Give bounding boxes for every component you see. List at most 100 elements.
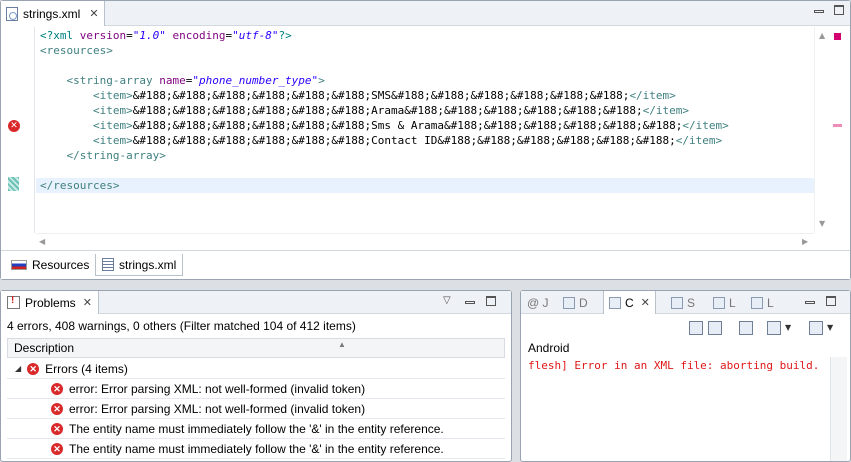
search-icon	[671, 296, 683, 309]
console-scrollbar[interactable]	[830, 357, 847, 461]
tab-label: C	[625, 295, 634, 310]
code-token: </item>	[675, 134, 723, 147]
problem-row[interactable]: ✕ error: Error parsing XML: not well-for…	[7, 379, 505, 399]
error-icon: ✕	[51, 382, 63, 395]
scroll-lock-icon[interactable]	[708, 321, 722, 335]
code-token: <item>	[92, 104, 133, 117]
pin-console-icon[interactable]	[739, 321, 753, 335]
code-token: encoding	[172, 29, 226, 42]
editor-tab-label: strings.xml	[23, 6, 81, 21]
tab-logcat[interactable]: L	[713, 291, 736, 314]
scroll-down-icon[interactable]: ▼	[819, 219, 825, 228]
overview-error-mark[interactable]	[834, 33, 841, 40]
document-icon	[102, 258, 114, 271]
column-header-label: Description	[14, 341, 75, 355]
problems-tab-label: Problems	[25, 295, 76, 310]
code-line[interactable]: </string-array>	[40, 148, 166, 163]
maximize-icon[interactable]	[486, 296, 496, 306]
code-line[interactable]: <item>&#188;&#188;&#188;&#188;&#188;&#18…	[40, 88, 676, 103]
clear-console-icon[interactable]	[689, 321, 703, 335]
code-token: "utf-8"	[232, 29, 279, 42]
close-icon[interactable]: ✕	[641, 296, 650, 309]
code-line[interactable]: <resources>	[40, 43, 113, 58]
code-token: <item>	[92, 89, 133, 102]
group-label: Errors (4 items)	[45, 361, 128, 376]
maximize-icon[interactable]	[834, 5, 844, 15]
xml-source-text[interactable]: <?xml version="1.0" encoding="utf-8"?> <r…	[36, 27, 814, 233]
tasks-icon	[751, 296, 763, 309]
minimize-icon[interactable]	[805, 301, 815, 304]
code-token: </item>	[642, 104, 690, 117]
display-console-icon[interactable]	[767, 321, 781, 335]
code-token: "1.0"	[132, 29, 166, 42]
code-token: <item>	[92, 134, 133, 147]
page-tab-resources[interactable]: Resources	[5, 254, 95, 276]
horizontal-scrollbar[interactable]: ◀ ▶	[36, 233, 814, 249]
page-tab-strings-xml[interactable]: strings.xml	[95, 254, 184, 276]
maximize-icon[interactable]	[826, 296, 836, 306]
tree-group-errors[interactable]: ◢ ✕ Errors (4 items)	[7, 359, 505, 379]
code-token: </string-array>	[66, 149, 166, 162]
tab-search[interactable]: S	[671, 291, 695, 314]
scroll-right-icon[interactable]: ▶	[802, 237, 808, 246]
tab-javadoc[interactable]: @ J	[527, 291, 549, 314]
collapse-icon[interactable]: ◢	[15, 364, 21, 373]
current-line-marker	[8, 177, 19, 191]
problem-description: The entity name must immediately follow …	[69, 441, 444, 456]
problems-view: Problems ✕ ▽ 4 errors, 408 warnings, 0 o…	[0, 290, 512, 462]
column-header-description[interactable]: Description ▲	[7, 338, 505, 358]
page-tab-label: Resources	[32, 258, 90, 272]
view-menu-icon[interactable]: ▽	[443, 295, 451, 306]
problem-description: error: Error parsing XML: not well-forme…	[69, 401, 366, 416]
console-output-line[interactable]: flesh] Error in an XML file: aborting bu…	[528, 359, 828, 372]
vertical-scrollbar[interactable]: ▲ ▼	[814, 27, 830, 233]
code-line[interactable]: <item>&#188;&#188;&#188;&#188;&#188;&#18…	[40, 103, 689, 118]
code-token: </item>	[629, 89, 676, 102]
problem-row[interactable]: ✕ error: Error parsing XML: not well-for…	[7, 399, 505, 419]
minimize-icon[interactable]	[465, 301, 475, 304]
chevron-down-icon[interactable]: ▼	[785, 323, 791, 332]
code-token: version	[79, 29, 127, 42]
error-icon: ✕	[51, 402, 63, 415]
logcat-icon	[713, 296, 725, 309]
code-token: &#188;&#188;&#188;&#188;&#188;&#188;SMS&…	[132, 89, 630, 102]
code-line[interactable]: <string-array name="phone_number_type">	[40, 73, 325, 88]
code-line[interactable]: <?xml version="1.0" encoding="utf-8"?>	[40, 28, 292, 43]
editor-tab-strings-xml[interactable]: strings.xml ✕	[1, 1, 105, 26]
problems-summary: 4 errors, 408 warnings, 0 others (Filter…	[7, 319, 356, 333]
overview-ruler	[830, 27, 850, 233]
scroll-left-icon[interactable]: ◀	[39, 237, 45, 246]
code-token: >	[318, 74, 325, 87]
minimize-icon[interactable]	[814, 10, 824, 13]
console-view: @ J D C ✕ S L L ▼ ▼ Android flesh] Error…	[520, 290, 851, 462]
close-icon[interactable]: ✕	[89, 7, 98, 20]
scroll-up-icon[interactable]: ▲	[819, 31, 825, 40]
problem-row[interactable]: ✕ The entity name must immediately follo…	[7, 439, 505, 459]
code-area[interactable]: ✕ <?xml version="1.0" encoding="utf-8"?>…	[1, 27, 850, 249]
tab-declaration[interactable]: D	[563, 291, 588, 314]
xml-file-icon	[6, 6, 18, 21]
console-name: Android	[528, 341, 570, 355]
error-icon: ✕	[27, 362, 40, 375]
open-console-icon[interactable]	[809, 321, 823, 335]
error-icon[interactable]: ✕	[8, 120, 20, 132]
tab-tasks[interactable]: L	[751, 291, 774, 314]
tab-console[interactable]: C ✕	[603, 291, 656, 314]
console-tab-bar: @ J D C ✕ S L L	[521, 291, 850, 314]
problem-description: error: Error parsing XML: not well-forme…	[69, 381, 366, 396]
chevron-down-icon[interactable]: ▼	[827, 323, 833, 332]
code-line[interactable]: </resources>	[40, 178, 119, 193]
code-line[interactable]: <item>&#188;&#188;&#188;&#188;&#188;&#18…	[40, 118, 729, 133]
tab-label: S	[687, 295, 696, 310]
close-icon[interactable]: ✕	[83, 296, 92, 309]
problem-row[interactable]: ✕ The entity name must immediately follo…	[7, 419, 505, 439]
code-token: &#188;&#188;&#188;&#188;&#188;&#188;Aram…	[132, 104, 643, 117]
error-icon: ✕	[51, 422, 63, 435]
code-line[interactable]: <item>&#188;&#188;&#188;&#188;&#188;&#18…	[40, 133, 722, 148]
code-token: "phone_number_type"	[192, 74, 319, 87]
overview-error-line[interactable]	[833, 124, 842, 127]
tab-problems[interactable]: Problems ✕	[1, 291, 99, 314]
